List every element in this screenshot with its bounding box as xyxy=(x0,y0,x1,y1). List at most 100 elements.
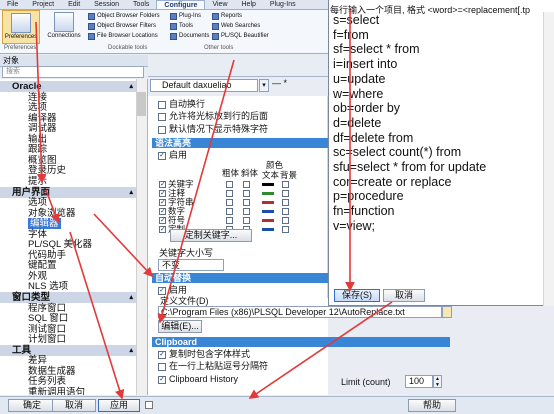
editor-cancel-button[interactable]: 取消 xyxy=(383,289,425,302)
editor-line[interactable]: v=view; xyxy=(333,219,375,234)
syntax-row-checkbox[interactable]: ✓ xyxy=(159,217,166,224)
tree-item[interactable]: 输出 xyxy=(0,134,136,145)
text-color-swatch[interactable] xyxy=(262,192,274,195)
editor-line[interactable]: f=from xyxy=(333,28,369,43)
tab-plugins[interactable]: Plug-Ins xyxy=(263,0,303,9)
tab-session[interactable]: Session xyxy=(87,0,126,9)
background-checkbox[interactable] xyxy=(282,208,289,215)
tab-tools[interactable]: Tools xyxy=(126,0,156,9)
syntax-row-checkbox[interactable]: ✓ xyxy=(159,181,166,188)
bold-checkbox[interactable] xyxy=(226,199,233,206)
text-color-swatch[interactable] xyxy=(262,201,274,204)
profile-select[interactable]: Default daxueliao xyxy=(150,79,258,92)
tab-configure[interactable]: Configure xyxy=(156,0,206,9)
text-color-swatch[interactable] xyxy=(262,228,274,231)
editor-line[interactable]: d=delete xyxy=(333,116,381,131)
collapse-icon[interactable]: ▴ xyxy=(129,345,133,356)
background-checkbox[interactable] xyxy=(282,181,289,188)
editor-line[interactable]: ob=order by xyxy=(333,101,400,116)
collapse-icon[interactable]: ▴ xyxy=(129,187,133,198)
tree-item[interactable]: 登录历史 xyxy=(0,165,136,176)
web-searches-button[interactable]: Web Searches xyxy=(212,22,260,31)
keyword-case-select[interactable]: 不变 xyxy=(158,259,224,271)
object-browser-filters-button[interactable]: Object Browser Filters xyxy=(88,22,156,31)
tree-item[interactable]: 调试器 xyxy=(0,123,136,134)
tree-item[interactable]: 编译器 xyxy=(0,113,136,124)
editor-line[interactable]: sf=select * from xyxy=(333,42,420,57)
tab-project[interactable]: Project xyxy=(25,0,61,9)
tree-item[interactable]: 测试窗口 xyxy=(0,324,136,335)
background-checkbox[interactable] xyxy=(282,217,289,224)
tree-category[interactable]: 用户界面 ▴ xyxy=(0,186,136,198)
connections-button[interactable]: Connections xyxy=(44,10,84,40)
tree-item[interactable]: 程序窗口 xyxy=(0,303,136,314)
bold-checkbox[interactable] xyxy=(226,208,233,215)
tree-item[interactable]: 键配置 xyxy=(0,260,136,271)
collapse-icon[interactable]: ▴ xyxy=(129,81,133,92)
syntax-row-checkbox[interactable]: ✓ xyxy=(159,208,166,215)
tree-item[interactable]: 重新调用语句 xyxy=(0,387,136,395)
editor-line[interactable]: sc=select count(*) from xyxy=(333,145,461,160)
profile-dropdown-button[interactable]: ▾ xyxy=(259,79,269,92)
history-icon[interactable] xyxy=(145,401,153,409)
italic-checkbox[interactable] xyxy=(243,199,250,206)
tree-search-input[interactable]: 搜索 xyxy=(2,66,144,78)
definition-file-input[interactable]: C:\Program Files (x86)\PLSQL Developer 1… xyxy=(158,306,442,318)
tree-category[interactable]: 工具 ▴ xyxy=(0,344,136,356)
editor-line[interactable]: fn=function xyxy=(333,204,395,219)
editor-save-button[interactable]: 保存(S) xyxy=(334,289,380,302)
file-browser-locations-button[interactable]: File Browser Locations xyxy=(88,32,158,41)
editor-line[interactable]: sfu=select * from for update xyxy=(333,160,486,175)
cancel-button[interactable]: 取消 xyxy=(52,399,96,412)
background-checkbox[interactable] xyxy=(282,226,289,233)
tree-item[interactable]: 任务列表 xyxy=(0,376,136,387)
tree-item[interactable]: 跟踪 xyxy=(0,144,136,155)
editor-line[interactable]: s=select xyxy=(333,13,379,28)
documents-button[interactable]: Documents xyxy=(170,32,209,41)
editor-line[interactable]: cor=create or replace xyxy=(333,175,451,190)
tree-item[interactable]: 选项 xyxy=(0,197,136,208)
tree-item[interactable]: NLS 选项 xyxy=(0,281,136,292)
clipboard-history-checkbox[interactable]: ✓ xyxy=(158,376,166,384)
collapse-icon[interactable]: ▴ xyxy=(129,292,133,303)
autoreplace-enable-checkbox[interactable]: ✓ xyxy=(158,287,166,295)
syntax-row-checkbox[interactable]: ✓ xyxy=(159,226,166,233)
italic-checkbox[interactable] xyxy=(243,217,250,224)
browse-file-button[interactable] xyxy=(442,306,452,318)
tree-item[interactable]: 对象浏览器 xyxy=(0,208,136,219)
tree-item[interactable]: 提示 xyxy=(0,176,136,187)
tree-item[interactable]: 计划窗口 xyxy=(0,334,136,345)
ok-button[interactable]: 确定 xyxy=(8,399,56,412)
tab-file[interactable]: File xyxy=(0,0,25,9)
tree-item[interactable]: 选项 xyxy=(0,102,136,113)
background-checkbox[interactable] xyxy=(282,199,289,206)
tree-item[interactable]: 外观 xyxy=(0,271,136,282)
text-color-swatch[interactable] xyxy=(262,210,274,213)
editor-line[interactable]: p=procedure xyxy=(333,189,404,204)
apply-button[interactable]: 应用 xyxy=(98,399,140,412)
tree-category[interactable]: 窗口类型 ▴ xyxy=(0,292,136,303)
bold-checkbox[interactable] xyxy=(226,190,233,197)
limit-input[interactable]: 100 xyxy=(405,375,433,388)
italic-checkbox[interactable] xyxy=(243,190,250,197)
background-checkbox[interactable] xyxy=(282,190,289,197)
tree-item[interactable]: PL/SQL 美化器 xyxy=(0,239,136,250)
tree-item[interactable]: 连接 xyxy=(0,92,136,103)
reports-button[interactable]: Reports xyxy=(212,12,242,21)
tree-item[interactable]: 概览图 xyxy=(0,155,136,166)
tree-scrollbar[interactable] xyxy=(136,79,147,395)
tree-item[interactable]: SQL 窗口 xyxy=(0,313,136,324)
limit-spinner[interactable]: ▲ ▼ xyxy=(433,375,442,388)
syntax-enable-checkbox[interactable]: ✓ xyxy=(158,152,166,160)
paste-one-line-checkbox[interactable] xyxy=(158,363,166,371)
tab-view[interactable]: View xyxy=(205,0,234,9)
text-color-swatch[interactable] xyxy=(262,183,274,186)
copy-font-style-checkbox[interactable]: ✓ xyxy=(158,351,166,359)
text-color-swatch[interactable] xyxy=(262,219,274,222)
tree-category[interactable]: Oracle ▴ xyxy=(0,81,136,92)
bold-checkbox[interactable] xyxy=(226,217,233,224)
tab-edit[interactable]: Edit xyxy=(61,0,87,9)
plsql-beautifier-button[interactable]: PL/SQL Beautifier xyxy=(212,32,269,41)
plugins-button[interactable]: Plug-Ins xyxy=(170,12,201,21)
profile-actions[interactable]: — * xyxy=(272,78,287,88)
